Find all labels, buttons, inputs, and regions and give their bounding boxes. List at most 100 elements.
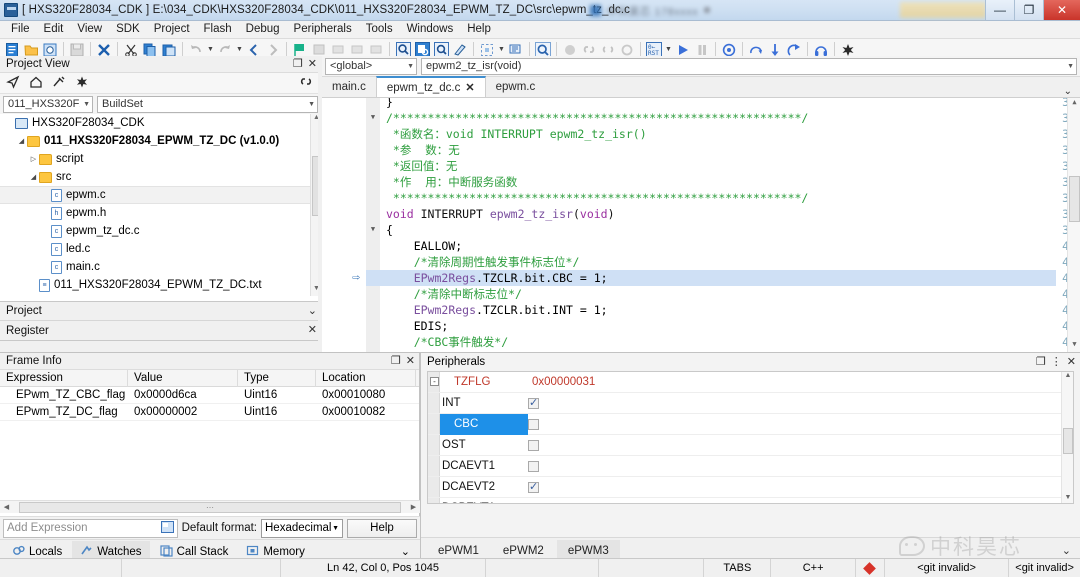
peripheral-bit-checkbox[interactable] bbox=[528, 439, 539, 451]
navigate-icon[interactable] bbox=[6, 75, 20, 92]
editor-tab-close-icon[interactable]: ✕ bbox=[465, 81, 474, 94]
editor-tab-epwm-c[interactable]: epwm.c bbox=[486, 76, 546, 97]
tree-item-011-hxs320f28034-epwm-tz-dc-v1-0-0-[interactable]: ◢ 011_HXS320F28034_EPWM_TZ_DC (v1.0.0) bbox=[0, 132, 321, 150]
editor-tab-epwm-tz-dc-c[interactable]: epwm_tz_dc.c ✕ bbox=[375, 76, 486, 97]
scroll-down-icon[interactable]: ▼ bbox=[1062, 494, 1073, 503]
register-panel-close-icon[interactable]: ✕ bbox=[308, 325, 317, 336]
table-row[interactable]: EPwm_TZ_CBC_flag 0x0000d6ca Uint16 0x000… bbox=[0, 387, 419, 404]
build-icon[interactable] bbox=[52, 75, 66, 92]
peripheral-bit-checkbox[interactable] bbox=[528, 460, 539, 472]
table-row[interactable]: EPwm_TZ_DC_flag 0x00000002 Uint16 0x0001… bbox=[0, 404, 419, 421]
code-line[interactable]: /***************************************… bbox=[386, 110, 808, 126]
code-line[interactable]: EALLOW; bbox=[386, 238, 462, 254]
peripheral-bit-checkbox[interactable] bbox=[528, 501, 539, 503]
code-line[interactable]: *作 用：中断服务函数 bbox=[386, 174, 517, 190]
menu-view[interactable]: View bbox=[70, 21, 109, 38]
code-line[interactable]: /*清除中断标志位*/ bbox=[386, 286, 522, 302]
expand-collapse-icon[interactable]: - bbox=[430, 377, 439, 386]
peripheral-row-tzflg[interactable]: - TZFLG 0x00000031 bbox=[428, 372, 1073, 393]
code-line[interactable]: } bbox=[386, 98, 393, 110]
project-select[interactable]: 011_HXS320F2 ▼ bbox=[3, 95, 93, 113]
tree-item-led-c[interactable]: c led.c bbox=[0, 240, 321, 258]
code-line[interactable]: ****************************************… bbox=[386, 190, 808, 206]
peripheral-row-dcaevt1[interactable]: DCAEVT1 bbox=[428, 456, 1073, 477]
clean-icon[interactable] bbox=[75, 75, 89, 92]
column-header-location[interactable]: Location bbox=[316, 369, 416, 387]
frame-info-horizontal-scrollbar[interactable]: ◀ ⋯ ▶ bbox=[0, 500, 420, 513]
menu-project[interactable]: Project bbox=[147, 21, 197, 38]
peripheral-register-value[interactable]: 0x00000031 bbox=[528, 376, 595, 388]
menu-flash[interactable]: Flash bbox=[197, 21, 239, 38]
tree-item-main-c[interactable]: c main.c bbox=[0, 258, 321, 276]
project-panel-chevron-icon[interactable]: ⌄ bbox=[308, 305, 317, 317]
scroll-thumb[interactable] bbox=[1063, 428, 1073, 454]
buildset-select[interactable]: BuildSet ▼ bbox=[97, 95, 318, 113]
peripherals-vertical-scrollbar[interactable]: ▲ ▼ bbox=[1061, 372, 1073, 503]
peripheral-row-dcaevt2[interactable]: DCAEVT2 bbox=[428, 477, 1073, 498]
editor-tab-main-c[interactable]: main.c bbox=[322, 76, 376, 97]
scroll-down-icon[interactable]: ▼ bbox=[1068, 340, 1080, 352]
tree-twisty-icon[interactable]: ◢ bbox=[16, 137, 27, 145]
add-expression-input[interactable]: Add Expression bbox=[3, 518, 178, 538]
peripheral-bit-checkbox[interactable] bbox=[528, 396, 539, 409]
peripherals-menu-icon[interactable]: ⋮ bbox=[1051, 356, 1062, 368]
code-line[interactable]: void INTERRUPT epwm2_tz_isr(void) bbox=[386, 206, 615, 222]
tree-item-hxs320f28034-cdk[interactable]: HXS320F28034_CDK bbox=[0, 114, 321, 132]
peripheral-bit-checkbox[interactable] bbox=[528, 480, 539, 493]
code-line[interactable]: *返回值：无 bbox=[386, 158, 457, 174]
peripherals-close-icon[interactable]: ✕ bbox=[1067, 356, 1076, 368]
column-header-value[interactable]: Value bbox=[128, 369, 238, 387]
scope-select[interactable]: <global> ▼ bbox=[325, 57, 417, 75]
menu-help[interactable]: Help bbox=[460, 21, 498, 38]
frame-info-undock-icon[interactable]: ❐ bbox=[391, 355, 401, 367]
column-header-type[interactable]: Type bbox=[238, 369, 316, 387]
code-line[interactable]: EPwm2Regs.TZCLR.bit.CBC = 1; bbox=[386, 270, 608, 286]
help-button[interactable]: Help bbox=[347, 518, 417, 538]
code-line[interactable]: *函数名：void INTERRUPT epwm2_tz_isr() bbox=[386, 126, 647, 142]
maximize-button[interactable]: ❐ bbox=[1014, 0, 1043, 20]
add-expression-browse-icon[interactable] bbox=[160, 520, 174, 536]
scroll-up-icon[interactable]: ▲ bbox=[1062, 372, 1073, 383]
tree-twisty-icon[interactable]: ◢ bbox=[28, 173, 39, 181]
minimize-button[interactable]: — bbox=[985, 0, 1014, 20]
editor-vertical-scrollbar[interactable]: ▲ ▼ bbox=[1067, 98, 1080, 352]
menu-edit[interactable]: Edit bbox=[37, 21, 71, 38]
peripherals-undock-icon[interactable]: ❐ bbox=[1036, 356, 1046, 368]
symbol-select[interactable]: epwm2_tz_isr(void) ▼ bbox=[421, 57, 1077, 75]
tree-item-epwm-tz-dc-c[interactable]: c epwm_tz_dc.c bbox=[0, 222, 321, 240]
fold-toggle-icon[interactable]: ▼ bbox=[368, 113, 378, 123]
fold-toggle-icon[interactable]: ▼ bbox=[368, 225, 378, 235]
menu-windows[interactable]: Windows bbox=[400, 21, 461, 38]
scroll-up-icon[interactable]: ▲ bbox=[1068, 98, 1080, 110]
tree-item-src[interactable]: ◢ src bbox=[0, 168, 321, 186]
close-button[interactable]: ✕ bbox=[1043, 0, 1080, 20]
home-icon[interactable] bbox=[29, 75, 43, 92]
code-line[interactable]: /*CBC事件触发*/ bbox=[386, 334, 508, 350]
menu-debug[interactable]: Debug bbox=[239, 21, 287, 38]
menu-peripherals[interactable]: Peripherals bbox=[287, 21, 359, 38]
peripheral-row-dcbevt1[interactable]: DCBEVT1 bbox=[428, 498, 1073, 503]
column-header-expression[interactable]: Expression bbox=[0, 369, 128, 387]
code-line[interactable]: EDIS; bbox=[386, 318, 449, 334]
tree-item-readme-md[interactable]: ≡README.md bbox=[0, 294, 321, 296]
tree-twisty-icon[interactable]: ▷ bbox=[28, 155, 39, 163]
peripheral-row-ost[interactable]: OST bbox=[428, 435, 1073, 456]
peripheral-row-cbc[interactable]: CBC bbox=[428, 413, 1073, 435]
register-panel-bar[interactable]: Register ✕ bbox=[0, 321, 322, 341]
tree-item-script[interactable]: ▷ script bbox=[0, 150, 321, 168]
project-view-undock-icon[interactable]: ❐ bbox=[293, 58, 303, 70]
editor-tabs-chevron-icon[interactable]: ⌄ bbox=[1056, 86, 1080, 97]
project-view-close-icon[interactable]: ✕ bbox=[308, 58, 317, 70]
debug-tabs-chevron-icon[interactable]: ⌄ bbox=[401, 545, 420, 558]
tree-item-011-hxs320f28034-epwm-tz-dc-txt[interactable]: ≡ 011_HXS320F28034_EPWM_TZ_DC.txt bbox=[0, 276, 321, 294]
scroll-right-icon[interactable]: ▶ bbox=[407, 503, 420, 511]
peripheral-row-int[interactable]: INT bbox=[428, 393, 1073, 414]
menu-tools[interactable]: Tools bbox=[359, 21, 400, 38]
code-line[interactable]: /*清除周期性触发事件标志位*/ bbox=[386, 254, 580, 270]
code-line[interactable]: *参 数：无 bbox=[386, 142, 460, 158]
frame-info-close-icon[interactable]: ✕ bbox=[406, 355, 415, 367]
peripheral-bit-checkbox[interactable] bbox=[528, 418, 539, 430]
menu-sdk[interactable]: SDK bbox=[109, 21, 147, 38]
editor-code-area[interactable]: 31}32▼/*********************************… bbox=[322, 98, 1080, 352]
scroll-thumb[interactable] bbox=[1069, 176, 1080, 222]
